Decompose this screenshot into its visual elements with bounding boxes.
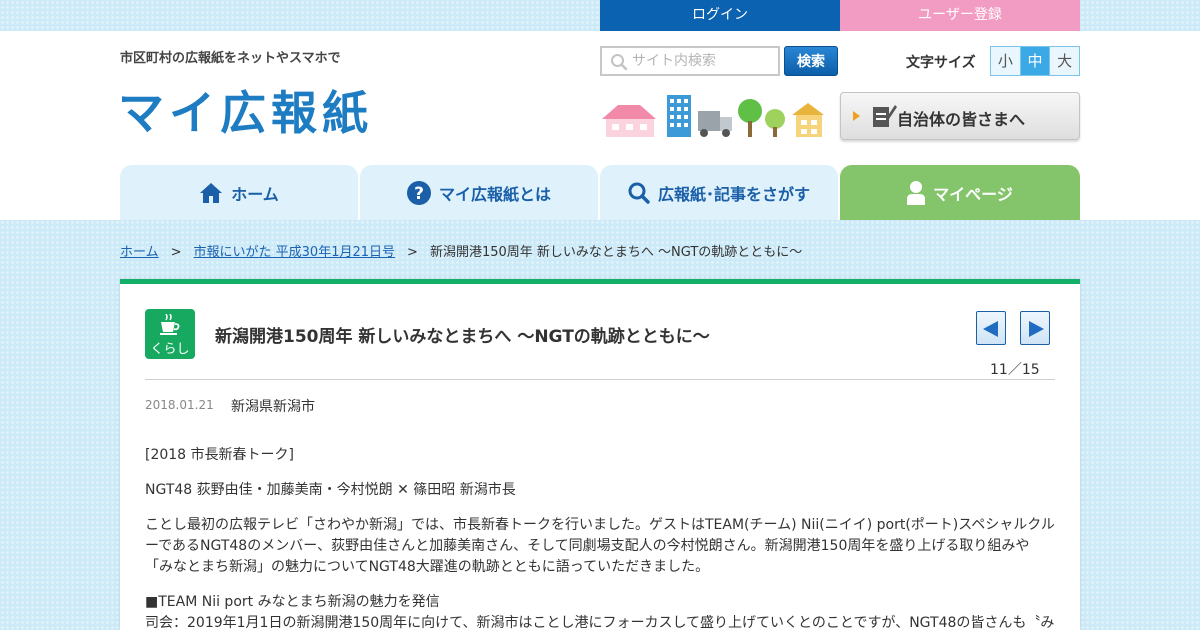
site-tagline: 市区町村の広報紙をネットやスマホで [120, 51, 341, 66]
search-box [600, 46, 780, 76]
search-icon [611, 54, 628, 71]
category-label: くらし [150, 342, 190, 357]
tab-mypage-label: マイページ [933, 184, 1013, 204]
municipality-button[interactable]: 自治体の皆さまへ [840, 92, 1080, 140]
font-size-large-button[interactable]: 大 [1050, 47, 1080, 75]
tab-search-label: 広報紙･記事をさがす [657, 184, 810, 204]
municipality-button-label: 自治体の皆さまへ [897, 110, 1026, 129]
coffee-cup-icon [160, 314, 180, 335]
divider [145, 379, 1055, 380]
tab-home-label: ホーム [231, 184, 279, 204]
town-illustration [602, 95, 824, 137]
article-title: 新潟開港150周年 新しいみなとまちへ 〜NGTの軌跡とともに〜 [215, 327, 710, 347]
font-size-medium-button[interactable]: 中 [1020, 47, 1051, 75]
article-paragraph: NGT48 荻野由佳・加藤美南・今村悦朗 ✕ 篠田昭 新潟市長 [145, 482, 516, 498]
login-button[interactable]: ログイン [600, 0, 840, 31]
next-article-button[interactable] [1020, 311, 1050, 345]
breadcrumb-separator: > [407, 245, 418, 260]
home-icon [200, 182, 223, 203]
breadcrumb: ホーム > 市報にいがた 平成30年1月21日号 > 新潟開港150周年 新しいみなとま… [120, 241, 802, 260]
search-icon [628, 182, 650, 204]
article-city: 新潟県新潟市 [231, 399, 315, 415]
font-size-label: 文字サイズ [906, 55, 976, 71]
site-header: 市区町村の広報紙をネットやスマホで マイ広報紙 検索 文字サイズ 小 中 大 [0, 31, 1200, 220]
font-size-small-button[interactable]: 小 [991, 47, 1021, 75]
tab-search[interactable]: 広報紙･記事をさがす [600, 165, 838, 220]
article-paragraph: ことし最初の広報テレビ「さわやか新潟」では、市長新春トークを行いました。ゲストは… [145, 517, 1055, 575]
tab-about[interactable]: ? マイ広報紙とは [360, 165, 598, 220]
search-button[interactable]: 検索 [784, 46, 838, 76]
font-size-selector: 小 中 大 [990, 46, 1080, 76]
breadcrumb-separator: > [170, 245, 182, 260]
article-pager: 11／15 [990, 362, 1040, 378]
article-subheading: ■TEAM Nii port みなとまち新潟の魅力を発信 [145, 594, 440, 610]
article-paragraph-text: 司会：2019年1月1日の新潟開港150周年に向けて、新潟市はことし港にフォーカ… [145, 615, 1055, 630]
question-icon: ? [406, 180, 431, 205]
previous-article-button[interactable] [976, 311, 1006, 345]
search-input[interactable] [632, 50, 772, 72]
breadcrumb-issue-link[interactable]: 市報にいがた 平成30年1月21日号 [194, 245, 396, 260]
article-date: 2018.01.21 [145, 398, 214, 412]
breadcrumb-home-link[interactable]: ホーム [120, 245, 159, 260]
register-button[interactable]: ユーザー登録 [840, 0, 1080, 31]
document-pen-icon [873, 105, 897, 127]
breadcrumb-current: 新潟開港150周年 新しいみなとまちへ 〜NGTの軌跡とともに〜 [429, 245, 803, 260]
user-icon [907, 180, 926, 205]
article-paragraph: ■TEAM Nii port みなとまち新潟の魅力を発信 司会：2019年1月1… [145, 592, 1057, 630]
category-badge: くらし [145, 309, 195, 359]
tab-mypage[interactable]: マイページ [840, 165, 1080, 220]
tab-about-label: マイ広報紙とは [438, 184, 551, 204]
arrow-right-icon [853, 111, 860, 121]
tab-home[interactable]: ホーム [120, 165, 358, 220]
site-logo[interactable]: マイ広報紙 [118, 77, 373, 143]
article-card: くらし 新潟開港150周年 新しいみなとまちへ 〜NGTの軌跡とともに〜 11／… [120, 279, 1080, 630]
article-paragraph: [2018 市長新春トーク] [145, 447, 295, 463]
svg-text:?: ? [414, 184, 424, 204]
